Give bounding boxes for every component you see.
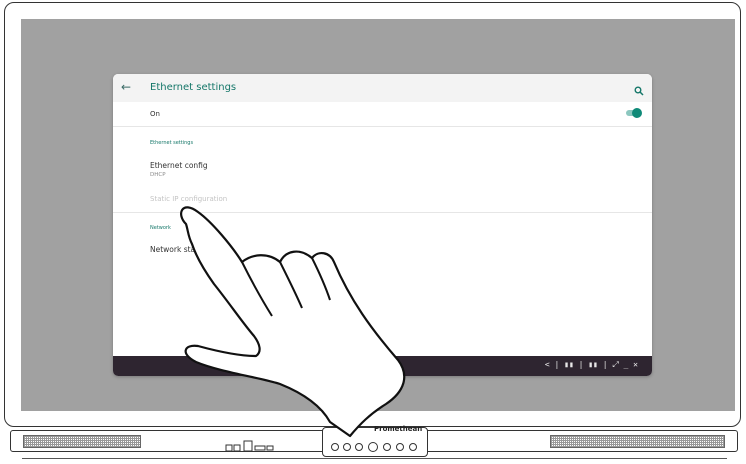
touch-gesture-hand-icon: [180, 206, 406, 438]
